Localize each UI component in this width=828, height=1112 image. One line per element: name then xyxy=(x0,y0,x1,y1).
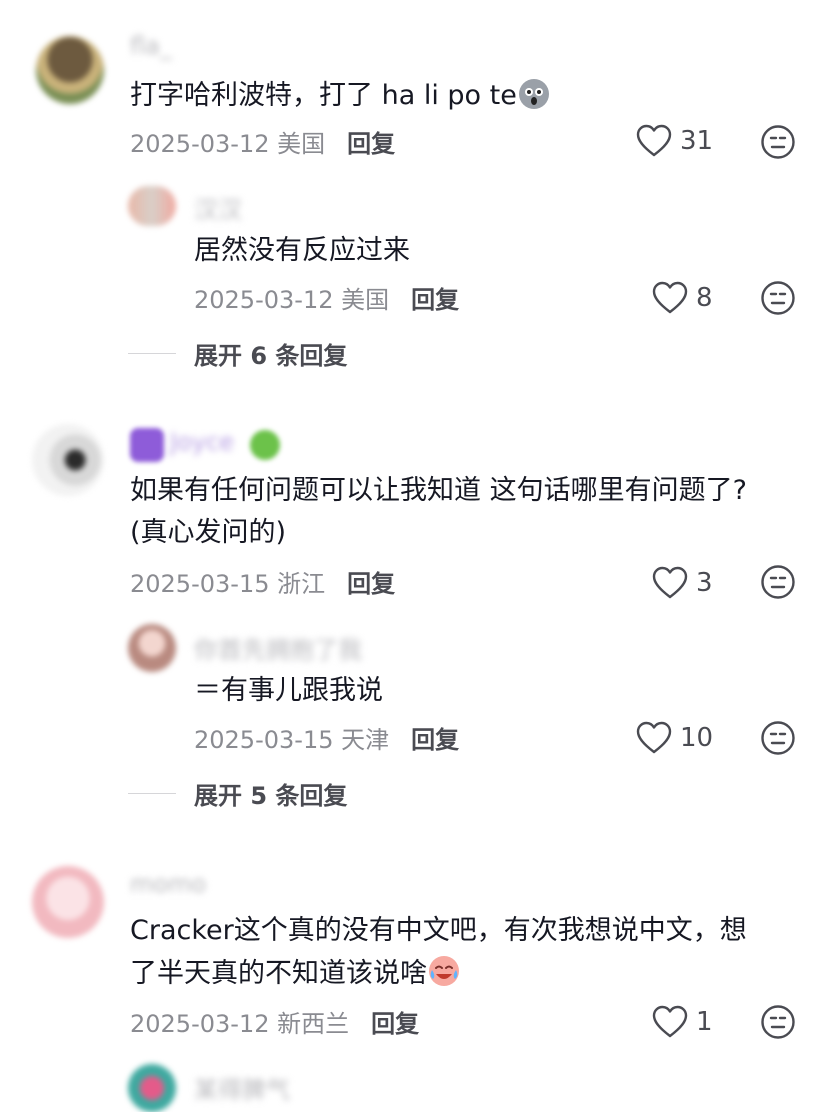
heart-outline-icon xyxy=(636,721,672,754)
ghost-face-emoji xyxy=(517,76,551,110)
avatar[interactable] xyxy=(36,36,104,104)
reply-meta: 2025-03-12 美国 xyxy=(194,286,390,314)
like-count: 31 xyxy=(680,126,714,156)
comment-username[interactable]: momo xyxy=(130,870,206,898)
like-count: 8 xyxy=(696,283,713,313)
heart-outline-icon xyxy=(652,1005,688,1038)
dislike-button[interactable] xyxy=(760,1004,796,1044)
reply-text: ＝有事儿跟我说 xyxy=(194,675,383,706)
like-count: 3 xyxy=(696,568,713,598)
dislike-button[interactable] xyxy=(760,564,796,604)
comment-text-line2: 了半天真的不知道该说啥 xyxy=(130,954,461,993)
reply-button[interactable]: 回复 xyxy=(411,720,459,755)
dislike-button[interactable] xyxy=(760,124,796,164)
comment-text-line2: (真心发问的) xyxy=(130,517,287,548)
comment-text-line1: 如果有任何问题可以让我知道 这句话哪里有问题了? xyxy=(130,475,747,506)
reply-button[interactable]: 回复 xyxy=(411,280,459,315)
reply-button[interactable]: 回复 xyxy=(347,124,395,159)
heart-outline-icon xyxy=(652,566,688,599)
comment-text: 打字哈利波特，打了 ha li po te xyxy=(130,76,551,115)
crying-laughing-emoji xyxy=(427,954,461,988)
neutral-face-icon xyxy=(761,721,795,755)
like-button[interactable]: 1 xyxy=(652,1005,713,1039)
expand-replies-button[interactable]: 展开 5 条回复 xyxy=(128,776,347,811)
avatar[interactable] xyxy=(128,1064,176,1112)
dislike-button[interactable] xyxy=(760,720,796,760)
reply-username[interactable]: 你首先拥抱了我 xyxy=(194,630,362,665)
like-button[interactable]: 31 xyxy=(636,124,713,158)
green-badge-icon xyxy=(250,430,280,460)
heart-outline-icon xyxy=(652,281,688,314)
comment-meta: 2025-03-15 浙江 xyxy=(130,570,326,598)
reply-text: 居然没有反应过来 xyxy=(194,235,410,266)
reply-button[interactable]: 回复 xyxy=(347,564,395,599)
avatar[interactable] xyxy=(32,866,104,938)
divider xyxy=(128,353,176,354)
comment-meta: 2025-03-12 美国 xyxy=(130,130,326,158)
comment-username[interactable]: Joyce xyxy=(170,428,234,456)
avatar[interactable] xyxy=(128,624,176,672)
heart-outline-icon xyxy=(636,124,672,157)
neutral-face-icon xyxy=(761,281,795,315)
dislike-button[interactable] xyxy=(760,280,796,320)
like-button[interactable]: 3 xyxy=(652,566,713,600)
like-button[interactable]: 8 xyxy=(652,281,713,315)
avatar[interactable] xyxy=(32,424,104,496)
comment-username[interactable]: fla_ xyxy=(130,32,172,60)
neutral-face-icon xyxy=(761,1005,795,1039)
neutral-face-icon xyxy=(761,565,795,599)
reply-meta: 2025-03-15 天津 xyxy=(194,726,390,754)
comment-meta: 2025-03-12 新西兰 xyxy=(130,1010,350,1038)
like-button[interactable]: 10 xyxy=(636,721,713,755)
avatar[interactable] xyxy=(128,186,176,226)
divider xyxy=(128,793,176,794)
like-count: 1 xyxy=(696,1007,713,1037)
reply-username[interactable]: 某得脾气 xyxy=(194,1070,290,1105)
reply-button[interactable]: 回复 xyxy=(371,1004,419,1039)
comment-text-line1: Cracker这个真的没有中文吧，有次我想说中文，想 xyxy=(130,915,747,946)
neutral-face-icon xyxy=(761,125,795,159)
expand-replies-button[interactable]: 展开 6 条回复 xyxy=(128,336,347,371)
purple-badge-icon xyxy=(130,428,164,462)
like-count: 10 xyxy=(680,723,714,753)
reply-username[interactable]: 汉汉 xyxy=(194,190,242,225)
